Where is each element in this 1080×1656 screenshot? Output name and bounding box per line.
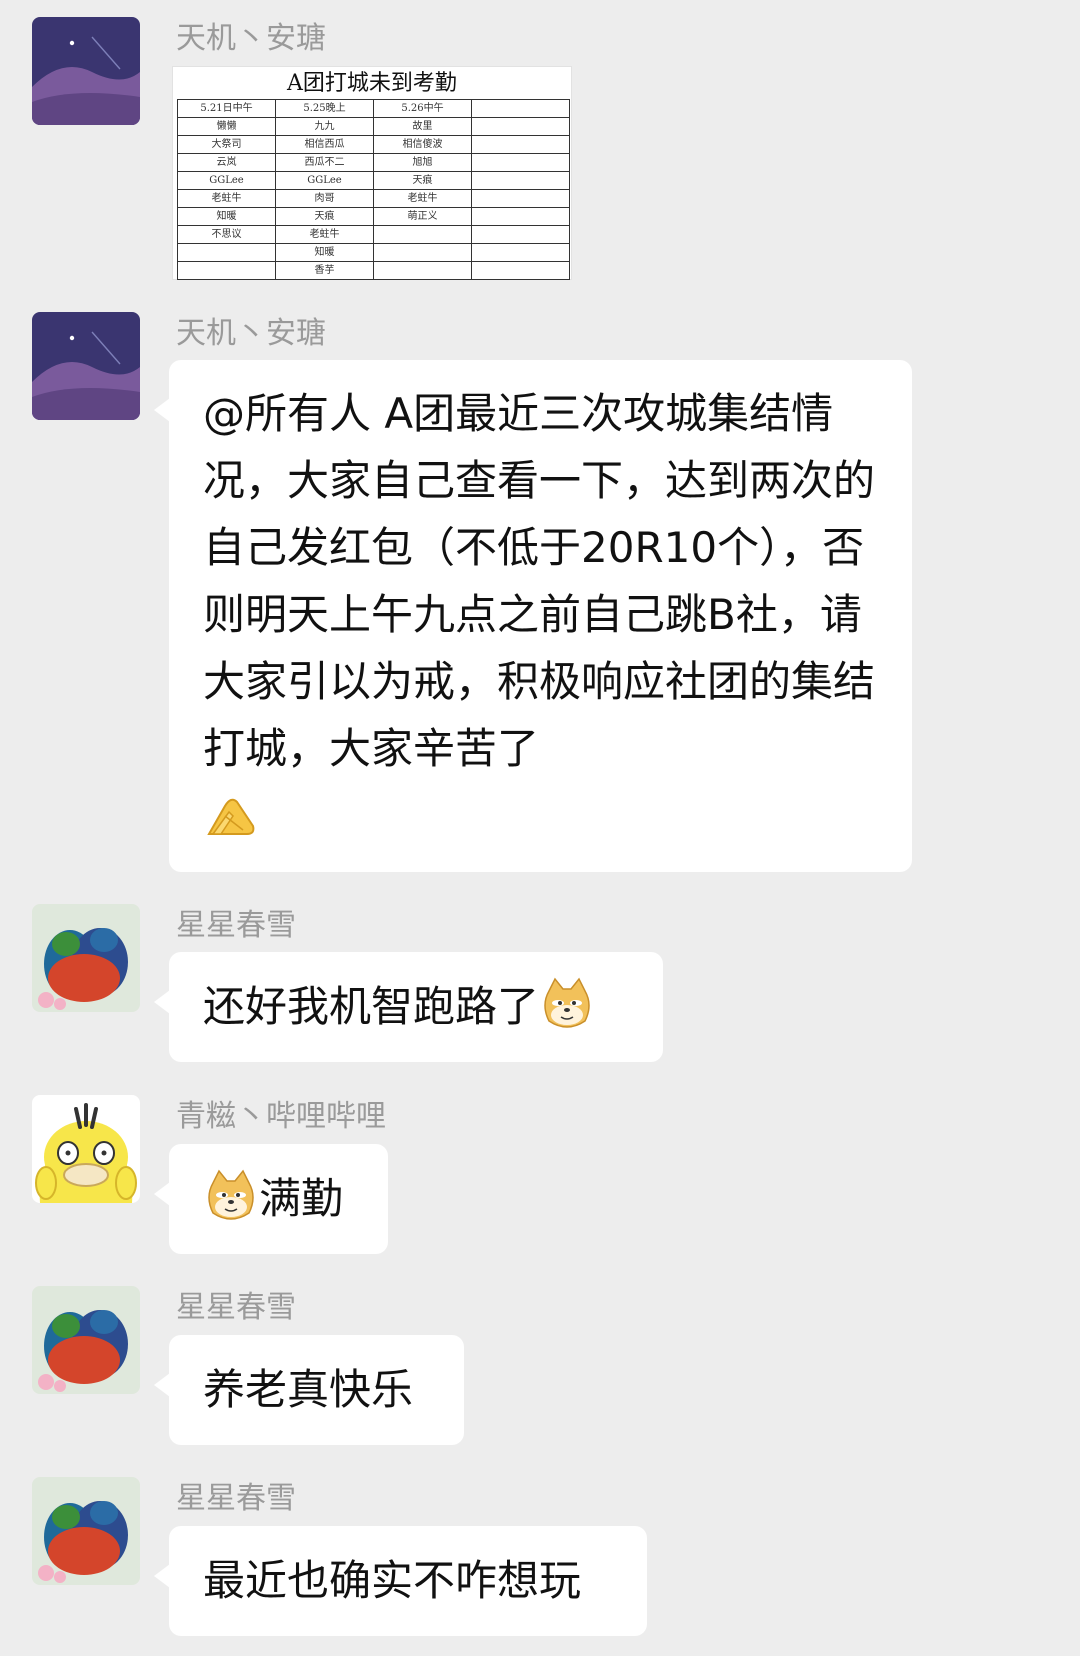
table-cell [471, 153, 570, 172]
table-row: 大祭司 相信西瓜 相信傻波 [177, 135, 570, 154]
table-cell: 香芋 [275, 261, 374, 280]
doge-icon [203, 1169, 259, 1225]
parrots-avatar [32, 1286, 140, 1394]
sender-name: 星星春雪 [176, 1290, 296, 1325]
sender-name: 天机丶安瑭 [176, 21, 326, 56]
table-header-cell: 5.21日中午 [177, 99, 276, 118]
table-header-cell: 5.26中午 [373, 99, 472, 118]
avatar[interactable] [32, 904, 140, 1012]
sender-name: 星星春雪 [176, 908, 296, 943]
table-cell [177, 243, 276, 262]
message-bubble[interactable]: 满勤 [154, 1144, 388, 1254]
message-bubble[interactable]: 还好我机智跑路了 [154, 952, 663, 1062]
table-cell [471, 171, 570, 190]
table-cell: 萌正义 [373, 207, 472, 226]
table-cell: 旭旭 [373, 153, 472, 172]
avatar[interactable] [32, 1095, 140, 1203]
sender-name: 青糍丶哔哩哔哩 [176, 1099, 386, 1134]
message-text: @所有人 A团最近三次攻城集结情况，大家自己查看一下，达到两次的自己发红包（不低… [203, 389, 876, 773]
night-sky-avatar [32, 17, 140, 125]
table-cell [373, 225, 472, 244]
table-cell: GGLee [275, 171, 374, 190]
table-cell: 懒懒 [177, 117, 276, 136]
praying-hands-icon [203, 786, 878, 846]
table-cell [471, 225, 570, 244]
avatar[interactable] [32, 1286, 140, 1394]
table-row: 香芋 [177, 261, 570, 280]
table-cell: 相信西瓜 [275, 135, 374, 154]
message-text: 养老真快乐 [203, 1365, 414, 1414]
table-cell: 相信傻波 [373, 135, 472, 154]
attendance-table: 5.21日中午 5.25晚上 5.26中午 懒懒 九九 故里 大祭司 相信西瓜 相信傻波 云岚 西瓜… [177, 99, 570, 280]
sender-name: 星星春雪 [176, 1481, 296, 1516]
table-cell [177, 261, 276, 280]
parrots-avatar [32, 904, 140, 1012]
table-cell: 九九 [275, 117, 374, 136]
table-row: 云岚 西瓜不二 旭旭 [177, 153, 570, 172]
message-text: 还好我机智跑路了 [203, 982, 540, 1031]
message-bubble[interactable]: 最近也确实不咋想玩 [154, 1526, 647, 1636]
attendance-image[interactable]: A团打城未到考勤 5.21日中午 5.25晚上 5.26中午 懒懒 九九 故里 大祭司 相信西… [172, 66, 572, 280]
table-cell: 老蛀牛 [373, 189, 472, 208]
table-cell: 知暖 [275, 243, 374, 262]
table-cell: 老蛀牛 [177, 189, 276, 208]
table-cell: 故里 [373, 117, 472, 136]
table-cell [471, 243, 570, 262]
message-bubble[interactable]: @所有人 A团最近三次攻城集结情况，大家自己查看一下，达到两次的自己发红包（不低… [154, 360, 912, 872]
table-row: 知暖 天痕 萌正义 [177, 207, 570, 226]
table-cell [471, 207, 570, 226]
table-cell [471, 135, 570, 154]
parrots-avatar [32, 1477, 140, 1585]
table-cell: 老蛀牛 [275, 225, 374, 244]
table-cell: 知暖 [177, 207, 276, 226]
table-cell [471, 117, 570, 136]
table-row: 老蛀牛 肉哥 老蛀牛 [177, 189, 570, 208]
table-row: 不思议 老蛀牛 [177, 225, 570, 244]
table-row: GGLee GGLee 天痕 [177, 171, 570, 190]
image-title: A团打城未到考勤 [287, 71, 457, 96]
table-cell [373, 243, 472, 262]
avatar[interactable] [32, 312, 140, 420]
table-row: 知暖 [177, 243, 570, 262]
psyduck-avatar [32, 1095, 140, 1203]
sender-name: 天机丶安瑭 [176, 316, 326, 351]
table-cell: 云岚 [177, 153, 276, 172]
table-cell: 肉哥 [275, 189, 374, 208]
table-header-cell: 5.25晚上 [275, 99, 374, 118]
table-header-row: 5.21日中午 5.25晚上 5.26中午 [177, 99, 570, 118]
message-bubble[interactable]: 养老真快乐 [154, 1335, 464, 1445]
avatar[interactable] [32, 17, 140, 125]
message-text: 满勤 [259, 1174, 344, 1223]
table-cell: 不思议 [177, 225, 276, 244]
table-cell: 西瓜不二 [275, 153, 374, 172]
table-cell [471, 261, 570, 280]
table-cell: 大祭司 [177, 135, 276, 154]
table-cell [471, 189, 570, 208]
table-cell [373, 261, 472, 280]
night-sky-avatar [32, 312, 140, 420]
table-cell: GGLee [177, 171, 276, 190]
table-row: 懒懒 九九 故里 [177, 117, 570, 136]
doge-icon [539, 977, 595, 1033]
message-text: 最近也确实不咋想玩 [203, 1556, 582, 1605]
table-cell: 天痕 [275, 207, 374, 226]
table-header-cell [471, 99, 570, 118]
table-cell: 天痕 [373, 171, 472, 190]
avatar[interactable] [32, 1477, 140, 1585]
